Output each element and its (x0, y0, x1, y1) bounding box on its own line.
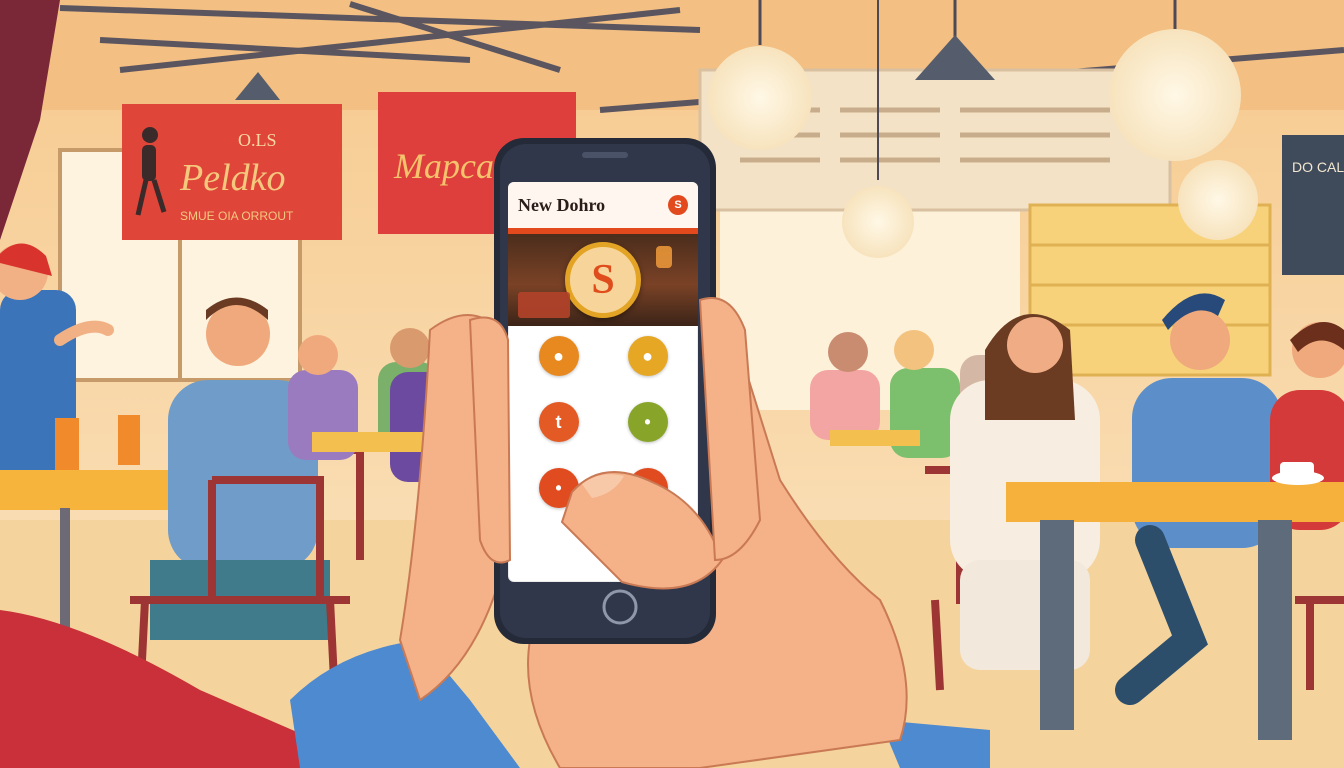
app-tile[interactable]: • (603, 402, 692, 458)
hero-lamp-icon (656, 246, 672, 268)
back-table (830, 430, 920, 446)
app-title: New Dohro (518, 194, 606, 215)
phone-screen[interactable]: New Dohro S S ● ● t • • S (508, 182, 698, 582)
order-icon[interactable]: • (538, 468, 579, 508)
right-table (1006, 482, 1344, 522)
menu-icon[interactable]: t (538, 402, 579, 442)
app-hero-banner[interactable]: S (508, 234, 698, 326)
right-board-title: DO CALI (1292, 159, 1344, 175)
app-tile[interactable]: ● (514, 336, 603, 392)
left-banner-sub: SMUE OIA ORROUT (180, 209, 294, 223)
lamp-globe (708, 46, 812, 150)
app-emblem-icon: S (565, 242, 641, 318)
app-category-grid: ● ● t • • S (508, 326, 698, 524)
leaf-icon[interactable]: • (627, 402, 668, 442)
right-chalkboard (1282, 135, 1344, 275)
coffee-icon[interactable]: ● (627, 336, 668, 376)
app-tile[interactable]: S (603, 468, 692, 524)
app-tile[interactable]: ● (603, 336, 692, 392)
app-tile[interactable]: t (514, 402, 603, 458)
app-tile[interactable]: • (514, 468, 603, 524)
hero-decor-bar (518, 292, 570, 318)
app-logo-icon[interactable]: S (668, 195, 688, 215)
food-icon[interactable]: ● (538, 336, 579, 376)
more-icon[interactable]: S (627, 468, 668, 508)
app-header: New Dohro S (508, 182, 698, 234)
left-banner-small: O.LS (238, 130, 277, 150)
left-banner-title: Peldko (179, 157, 286, 199)
